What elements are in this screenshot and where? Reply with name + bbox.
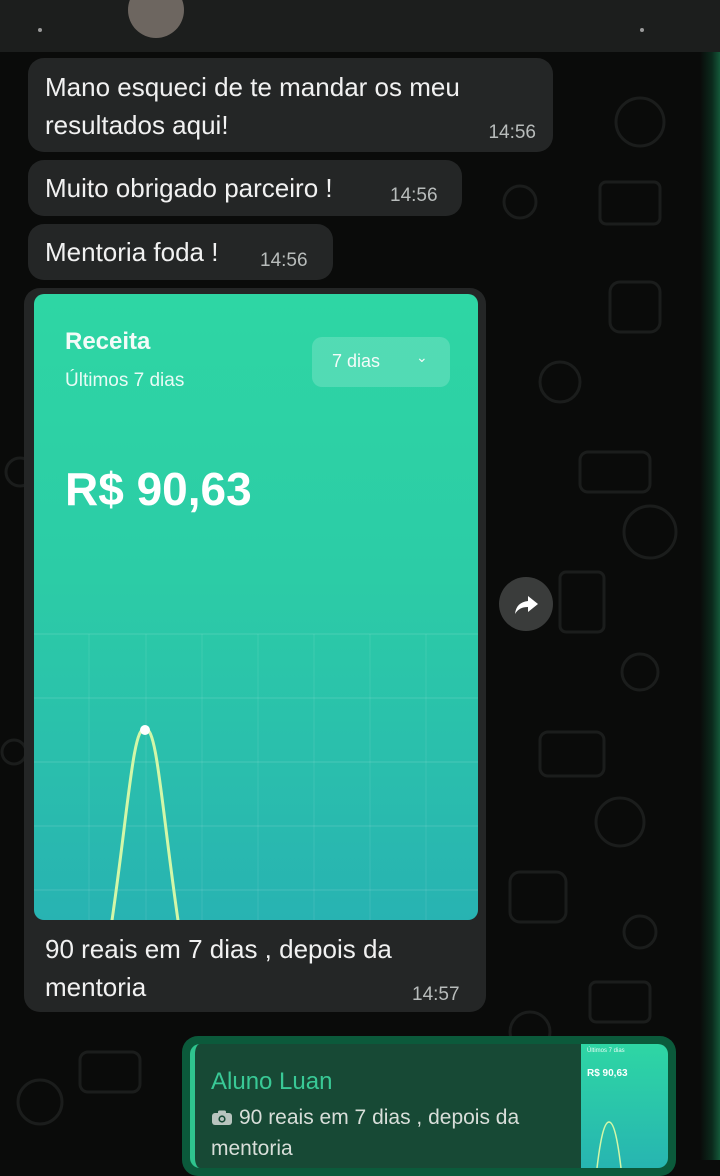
chart-peak-point bbox=[140, 725, 150, 735]
wallpaper-doodle bbox=[502, 184, 538, 220]
message-bubble[interactable]: Mentoria foda ! 14:56 bbox=[28, 224, 333, 280]
revenue-subtitle: Últimos 7 dias bbox=[65, 370, 185, 391]
wallpaper-doodle bbox=[594, 796, 646, 848]
quoted-text-content: 90 reais em 7 dias , depois da mentoria bbox=[211, 1106, 520, 1160]
wallpaper-doodle bbox=[558, 570, 606, 634]
wallpaper-doodle bbox=[614, 96, 666, 148]
message-bubble[interactable]: Mano esqueci de te mandar os meu resulta… bbox=[28, 58, 553, 152]
header-status-dot bbox=[640, 28, 644, 32]
wallpaper-doodle bbox=[0, 738, 28, 766]
image-caption: 90 reais em 7 dias , depois da mentoria bbox=[45, 934, 392, 1002]
period-dropdown[interactable]: 7 dias ⌄ bbox=[312, 337, 450, 387]
wallpaper-doodle bbox=[508, 870, 568, 924]
quoted-image-thumbnail[interactable]: Últimos 7 dias R$ 90,63 bbox=[581, 1044, 668, 1168]
chevron-down-icon: ⌄ bbox=[416, 349, 428, 365]
wallpaper-doodle bbox=[588, 980, 652, 1024]
forward-arrow-icon bbox=[515, 596, 538, 614]
revenue-title: Receita bbox=[65, 328, 151, 355]
message-bubble[interactable]: Muito obrigado parceiro ! 14:56 bbox=[28, 160, 462, 216]
wallpaper-doodle bbox=[608, 280, 662, 334]
wallpaper-doodle bbox=[622, 914, 658, 950]
quoted-author: Aluno Luan bbox=[211, 1068, 333, 1095]
wallpaper-doodle bbox=[622, 504, 678, 560]
header-status-dot bbox=[38, 28, 42, 32]
wallpaper-doodle bbox=[16, 1078, 64, 1126]
image-message-bubble[interactable]: Receita Últimos 7 dias 7 dias ⌄ R$ 90,63… bbox=[24, 288, 486, 1012]
chart-series-line bbox=[110, 728, 180, 920]
message-text: Mano esqueci de te mandar os meu resulta… bbox=[45, 72, 460, 140]
message-time: 14:56 bbox=[390, 185, 438, 206]
period-dropdown-label: 7 dias bbox=[332, 351, 381, 371]
forward-button[interactable] bbox=[499, 577, 553, 631]
chat-header bbox=[0, 0, 720, 52]
revenue-amount: R$ 90,63 bbox=[65, 463, 252, 515]
wallpaper-doodle bbox=[598, 180, 662, 226]
quoted-message[interactable]: Aluno Luan 90 reais em 7 dias , depois d… bbox=[190, 1044, 668, 1168]
wallpaper-doodle bbox=[620, 652, 660, 692]
message-time: 14:56 bbox=[260, 250, 308, 271]
outgoing-reply-bubble[interactable]: Aluno Luan 90 reais em 7 dias , depois d… bbox=[182, 1036, 676, 1176]
thumbnail-chart-line bbox=[596, 1121, 622, 1168]
contact-avatar[interactable] bbox=[128, 0, 184, 38]
right-edge-glow bbox=[700, 52, 720, 1160]
message-time: 14:56 bbox=[488, 122, 536, 143]
wallpaper-doodle bbox=[578, 450, 652, 494]
wallpaper-doodle bbox=[538, 360, 582, 404]
quoted-text: 90 reais em 7 dias , depois da mentoria bbox=[211, 1102, 561, 1164]
revenue-screenshot[interactable]: Receita Últimos 7 dias 7 dias ⌄ R$ 90,63 bbox=[34, 294, 478, 920]
message-time: 14:57 bbox=[412, 984, 460, 1005]
wallpaper-doodle bbox=[78, 1050, 142, 1094]
camera-icon bbox=[212, 1110, 232, 1125]
thumbnail-chart bbox=[596, 1121, 622, 1168]
wallpaper-doodle bbox=[538, 730, 606, 778]
